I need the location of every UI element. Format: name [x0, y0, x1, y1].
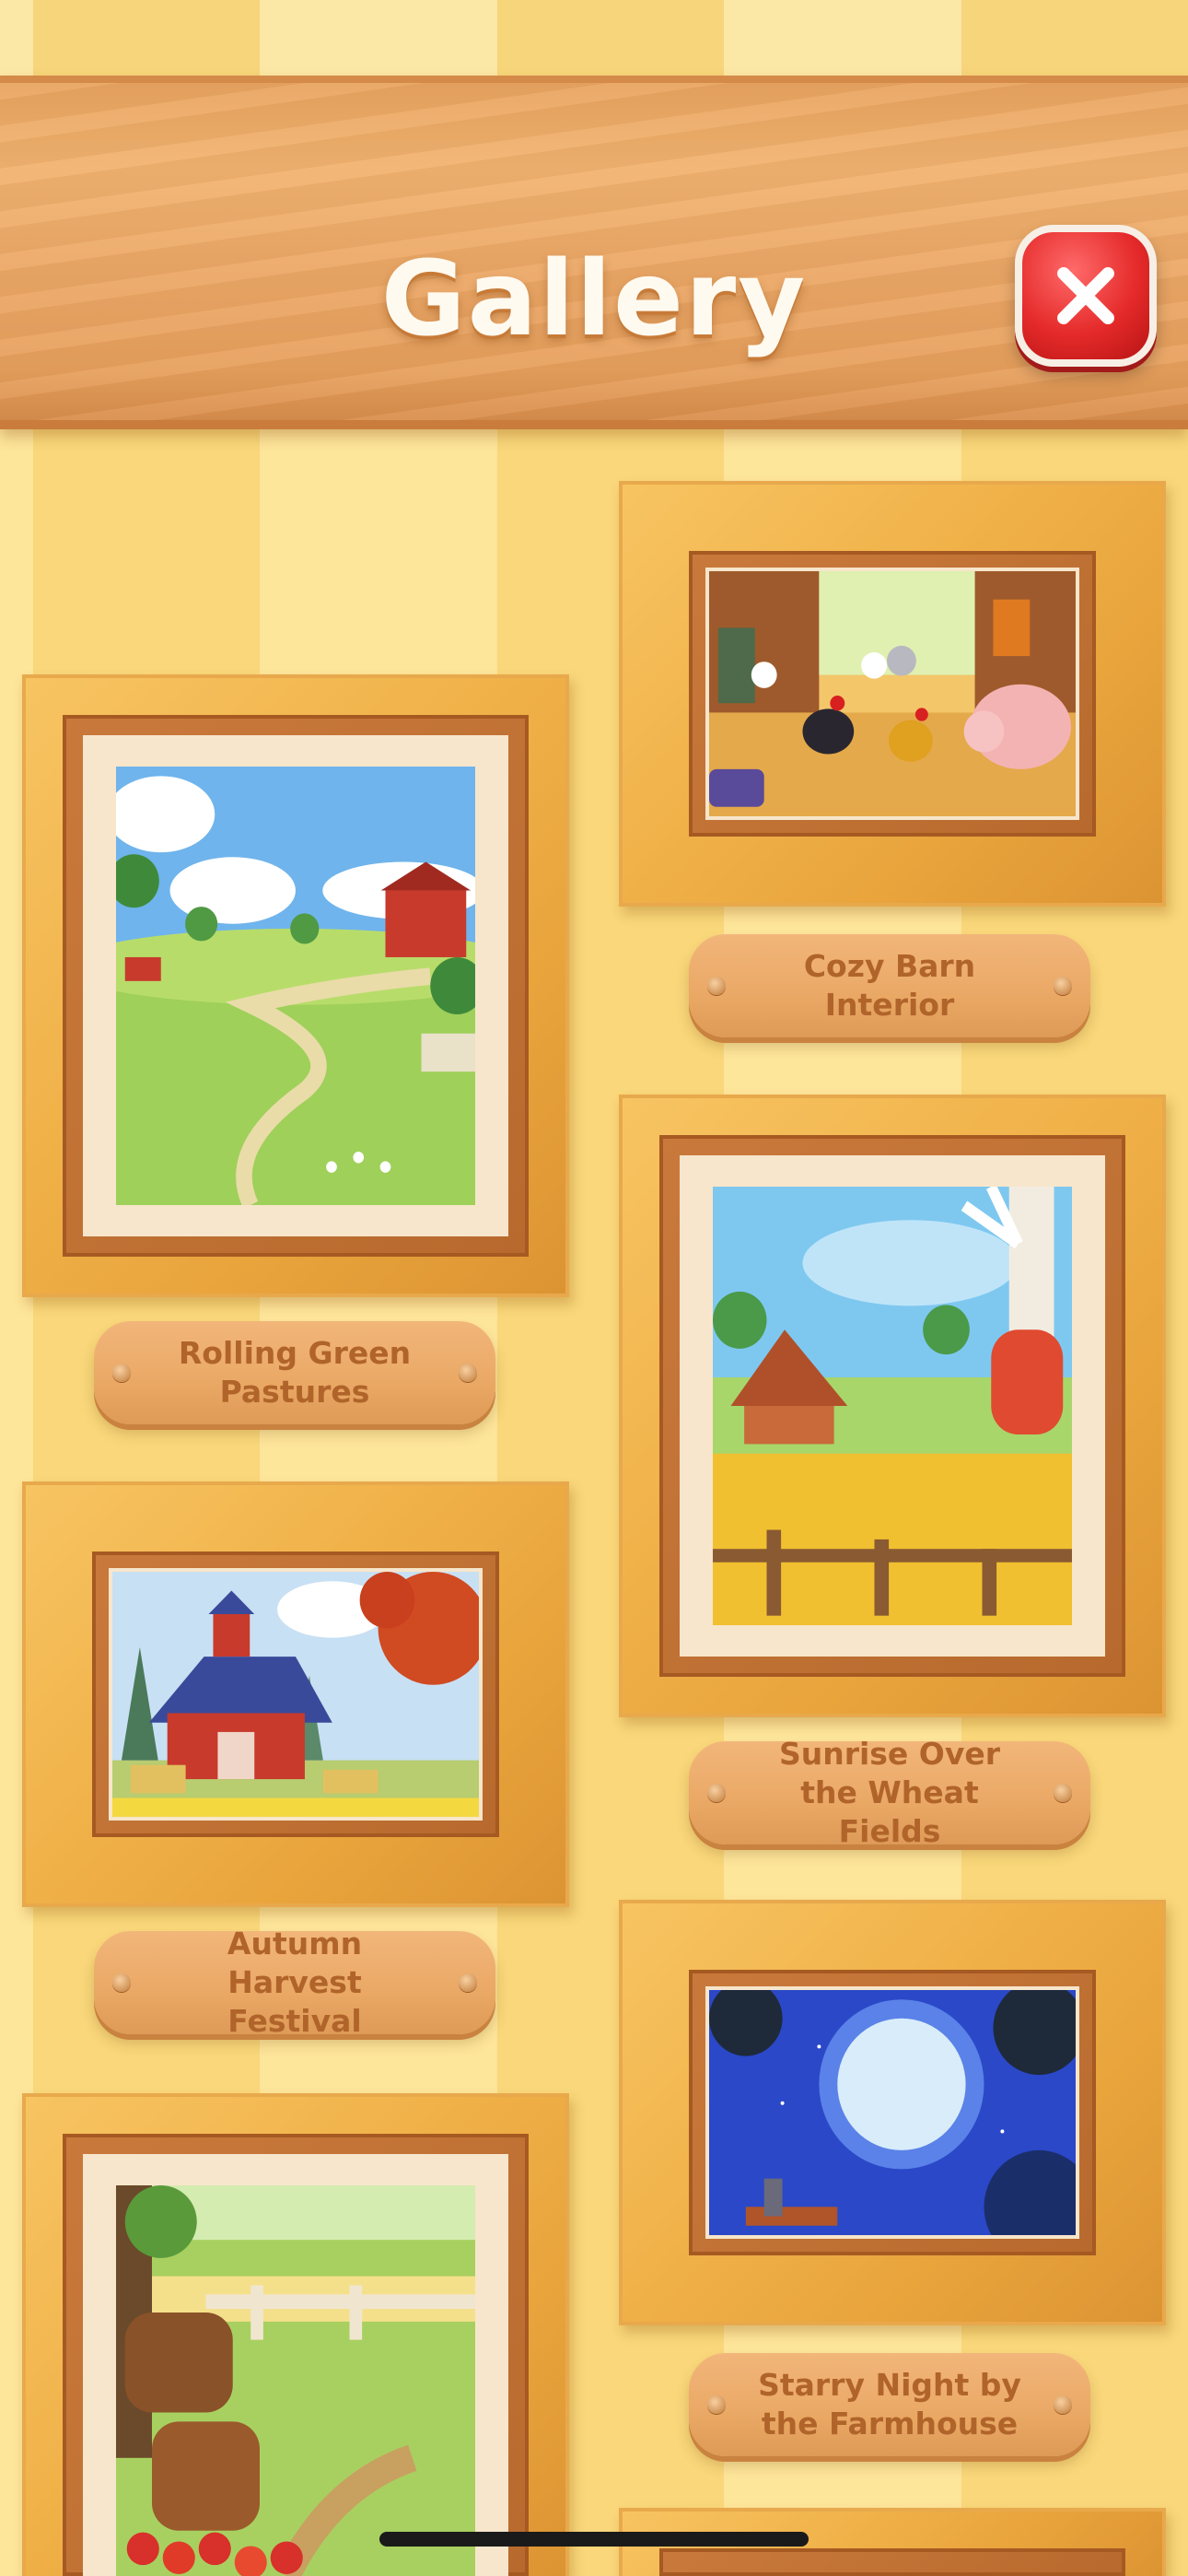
painting-frame-sunrise-wheat-fields[interactable]: [619, 1095, 1166, 1717]
painting-title: Autumn Harvest Festival: [227, 1926, 363, 2039]
top-background-strip: [0, 0, 1188, 76]
page-title: Gallery: [380, 240, 808, 359]
painting-frame-orchard[interactable]: [22, 2093, 569, 2576]
painting-image-rolling-green-pastures: [116, 767, 475, 1205]
painting-image-starry-night-farmhouse: [709, 1990, 1076, 2235]
painting-image-cozy-barn-interior: [709, 571, 1076, 816]
painting-frame-cozy-barn-interior[interactable]: [619, 481, 1166, 907]
painting-title: Starry Night by the Farmhouse: [758, 2367, 1021, 2441]
painting-plaque-autumn-harvest-festival[interactable]: Autumn Harvest Festival: [94, 1926, 495, 2039]
painting-title: Cozy Barn Interior: [803, 948, 976, 1023]
painting-image-orchard: [116, 2185, 475, 2576]
painting-plaque-sunrise-wheat-fields[interactable]: Sunrise Over the Wheat Fields: [689, 1736, 1090, 1849]
painting-frame-autumn-harvest-festival[interactable]: [22, 1481, 569, 1907]
close-button[interactable]: [1015, 225, 1157, 367]
painting-title: Rolling Green Pastures: [178, 1335, 412, 1410]
close-x-icon: [1057, 267, 1114, 324]
painting-image-sunrise-wheat-fields: [713, 1187, 1072, 1625]
painting-plaque-rolling-green-pastures[interactable]: Rolling Green Pastures: [94, 1321, 495, 1424]
painting-plaque-cozy-barn-interior[interactable]: Cozy Barn Interior: [689, 934, 1090, 1037]
painting-image-autumn-harvest-festival: [112, 1572, 479, 1817]
home-indicator[interactable]: [379, 2532, 809, 2547]
painting-frame-starry-night-farmhouse[interactable]: [619, 1900, 1166, 2325]
painting-frame-rolling-green-pastures[interactable]: [22, 674, 569, 1297]
header-wood-banner: Gallery: [0, 76, 1188, 429]
painting-plaque-starry-night-farmhouse[interactable]: Starry Night by the Farmhouse: [689, 2353, 1090, 2456]
painting-title: Sunrise Over the Wheat Fields: [778, 1736, 1001, 1849]
